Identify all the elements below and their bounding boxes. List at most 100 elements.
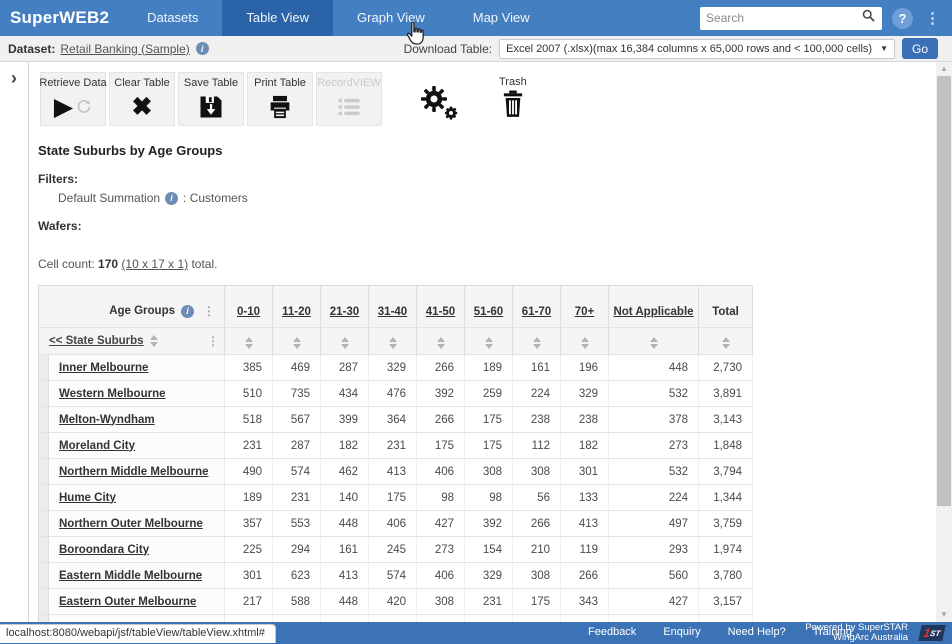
column-header-link[interactable]: 61-70 xyxy=(522,306,551,318)
column-header-link[interactable]: 11-20 xyxy=(282,306,311,318)
sort-icon[interactable] xyxy=(533,337,541,349)
vertical-scrollbar[interactable]: ▲ ▼ xyxy=(936,62,952,622)
filter-info-icon[interactable]: i xyxy=(165,192,178,205)
sort-icon[interactable] xyxy=(245,337,253,349)
app-logo[interactable]: SuperWEB2 xyxy=(0,8,123,28)
data-cell: 1,974 xyxy=(699,537,753,563)
row-gutter[interactable] xyxy=(39,459,49,485)
feedback-link[interactable]: Feedback xyxy=(588,626,636,638)
data-cell: 189 xyxy=(225,485,273,511)
search-box[interactable] xyxy=(700,7,882,30)
column-header: 11-20 xyxy=(273,286,321,328)
row-label-link[interactable]: Western Melbourne xyxy=(59,388,166,400)
data-cell: 210 xyxy=(513,537,561,563)
menu-kebab-icon[interactable]: ⋮ xyxy=(923,9,942,27)
table-row: Melton-Wyndham 518 567 399 364 266 175 2… xyxy=(39,407,753,433)
sort-icon[interactable] xyxy=(293,337,301,349)
enquiry-link[interactable]: Enquiry xyxy=(663,626,700,638)
data-cell: 98 xyxy=(417,485,465,511)
download-format-select[interactable]: Excel 2007 (.xlsx)(max 16,384 columns x … xyxy=(499,39,895,59)
dataset-info-icon[interactable]: i xyxy=(196,42,209,55)
row-label-link[interactable]: Hume City xyxy=(59,492,116,504)
row-label-link[interactable]: Eastern Middle Melbourne xyxy=(59,570,202,582)
scrollbar-thumb[interactable] xyxy=(937,76,951,506)
column-axis-kebab-icon[interactable]: ⋮ xyxy=(200,304,218,318)
row-label-link[interactable]: Northern Middle Melbourne xyxy=(59,466,209,478)
row-gutter[interactable] xyxy=(39,537,49,563)
data-cell: 406 xyxy=(417,563,465,589)
row-axis-link[interactable]: << State Suburbs xyxy=(49,335,144,347)
navbar-right: ? ⋮ xyxy=(700,7,952,30)
table-options-button[interactable] xyxy=(419,84,459,127)
tab-map-view[interactable]: Map View xyxy=(449,0,554,36)
data-cell: 462 xyxy=(321,459,369,485)
sort-icon[interactable] xyxy=(150,335,158,347)
column-header-link[interactable]: 21-30 xyxy=(330,306,359,318)
row-gutter[interactable] xyxy=(39,511,49,537)
row-label-link[interactable]: Melton-Wyndham xyxy=(59,414,155,426)
expand-sidebar-icon[interactable]: › xyxy=(0,68,28,89)
tab-graph-view[interactable]: Graph View xyxy=(333,0,449,36)
column-header-link[interactable]: Not Applicable xyxy=(613,306,693,318)
cell-count-link[interactable]: (10 x 17 x 1) xyxy=(121,257,188,271)
help-icon[interactable]: ? xyxy=(892,8,913,29)
sort-icon[interactable] xyxy=(581,337,589,349)
row-gutter[interactable] xyxy=(39,485,49,511)
data-cell: 497 xyxy=(609,511,699,537)
table-row: Northern Middle Melbourne 490 574 462 41… xyxy=(39,459,753,485)
row-header: Boroondara City xyxy=(49,537,225,563)
column-header-link[interactable]: 0-10 xyxy=(237,306,260,318)
row-label-link[interactable]: Eastern Outer Melbourne xyxy=(59,596,196,608)
sort-icon[interactable] xyxy=(389,337,397,349)
scroll-up-icon[interactable]: ▲ xyxy=(936,62,952,76)
row-gutter[interactable] xyxy=(39,589,49,615)
data-cell: 448 xyxy=(609,355,699,381)
sort-icon[interactable] xyxy=(437,337,445,349)
age-groups-info-icon[interactable]: i xyxy=(181,305,194,318)
print-table-button[interactable]: Print Table xyxy=(247,72,313,126)
table-row: Western Melbourne 510 735 434 476 392 25… xyxy=(39,381,753,407)
column-header-link[interactable]: 51-60 xyxy=(474,306,503,318)
data-cell: 259 xyxy=(465,381,513,407)
column-sort-cell xyxy=(561,328,609,355)
column-header-link[interactable]: 31-40 xyxy=(378,306,407,318)
tab-table-view[interactable]: Table View xyxy=(222,0,333,36)
row-gutter[interactable] xyxy=(39,563,49,589)
column-header-link[interactable]: 70+ xyxy=(575,306,595,318)
clear-x-icon: ✖ xyxy=(132,95,153,120)
sort-icon[interactable] xyxy=(722,337,730,349)
row-gutter[interactable] xyxy=(39,355,49,381)
row-label-link[interactable]: Moreland City xyxy=(59,440,135,452)
scroll-down-icon[interactable]: ▼ xyxy=(936,608,952,622)
row-axis-kebab-icon[interactable]: ⋮ xyxy=(204,334,222,348)
data-cell: 175 xyxy=(417,433,465,459)
row-label-link[interactable]: Northern Outer Melbourne xyxy=(59,518,203,530)
data-cell: 224 xyxy=(609,485,699,511)
sort-icon[interactable] xyxy=(650,337,658,349)
row-gutter[interactable] xyxy=(39,407,49,433)
download-label: Download Table: xyxy=(404,42,493,56)
data-cell: 357 xyxy=(225,511,273,537)
column-header-link[interactable]: 41-50 xyxy=(426,306,455,318)
row-label-link[interactable]: Inner Melbourne xyxy=(59,362,148,374)
row-gutter[interactable] xyxy=(39,381,49,407)
row-header: Hume City xyxy=(49,485,225,511)
dataset-link[interactable]: Retail Banking (Sample) xyxy=(60,42,189,56)
go-button[interactable]: Go xyxy=(902,38,938,59)
clear-table-button[interactable]: Clear Table ✖ xyxy=(109,72,175,126)
data-cell: 532 xyxy=(609,459,699,485)
data-cell: 266 xyxy=(417,355,465,381)
save-table-button[interactable]: Save Table xyxy=(178,72,244,126)
trash-dropzone[interactable]: Trash xyxy=(499,72,527,118)
tab-datasets[interactable]: Datasets xyxy=(123,0,222,36)
row-gutter[interactable] xyxy=(39,433,49,459)
column-axis-header-row: Age Groups i ⋮ 0-10 11-20 21-30 31-40 41… xyxy=(39,286,753,328)
sort-icon[interactable] xyxy=(341,337,349,349)
retrieve-data-button[interactable]: Retrieve Data ▶ xyxy=(40,72,106,126)
sort-icon[interactable] xyxy=(485,337,493,349)
search-icon[interactable] xyxy=(861,8,876,28)
row-label-link[interactable]: Boroondara City xyxy=(59,544,149,556)
need-help-link[interactable]: Need Help? xyxy=(728,626,786,638)
wafers-label: Wafers: xyxy=(38,219,936,233)
search-input[interactable] xyxy=(706,11,861,25)
